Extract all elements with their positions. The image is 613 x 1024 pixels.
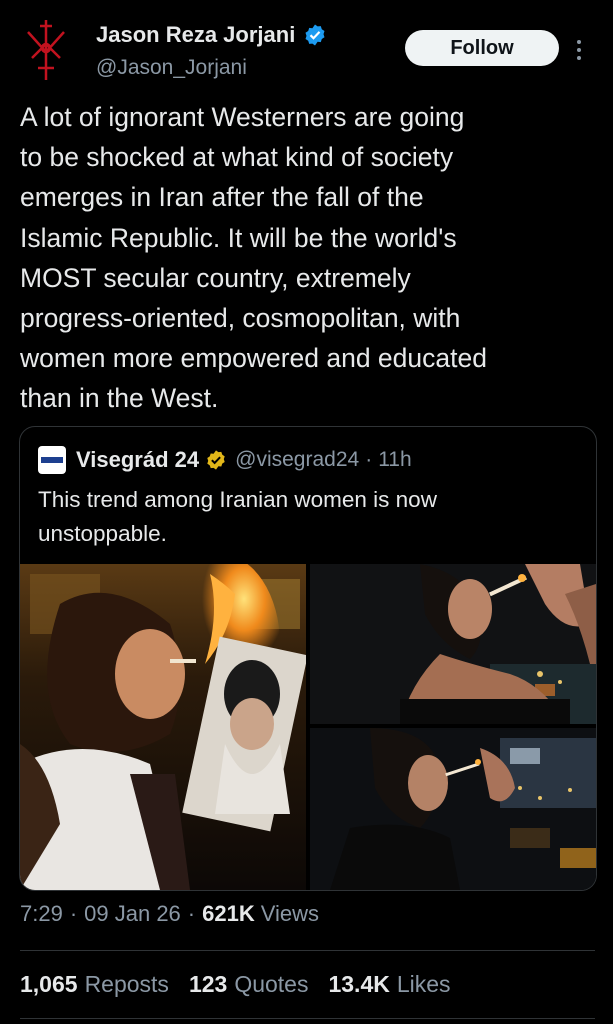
quotes-stat[interactable]: 123 Quotes <box>189 971 309 998</box>
likes-label: Likes <box>396 971 451 997</box>
separator-dot: · <box>187 901 196 926</box>
author-handle[interactable]: @Jason_Jorjani <box>96 56 247 80</box>
quote-text: This trend among Iranian women is now un… <box>38 487 437 546</box>
quote-handle[interactable]: @visegrad24 <box>235 448 359 472</box>
quote-display-name[interactable]: Visegrád 24 <box>76 447 199 473</box>
visegrad-avatar[interactable] <box>38 446 66 474</box>
separator-dot: · <box>69 901 78 926</box>
photo-woman-lighting-cigarette-night[interactable] <box>310 728 596 890</box>
views-label: Views <box>260 901 320 926</box>
tweet-date[interactable]: 09 Jan 26 <box>84 901 181 927</box>
more-vertical-icon[interactable] <box>572 36 586 64</box>
quoted-tweet[interactable]: Visegrád 24 @visegrad24 · 11h This trend… <box>19 426 597 891</box>
reposts-label: Reposts <box>84 971 169 997</box>
tweet-meta: 7:29 · 09 Jan 26 · 621K Views <box>20 901 319 927</box>
views-count[interactable]: 621K <box>202 901 255 927</box>
reposts-count: 1,065 <box>20 971 78 997</box>
photo-woman-burning-portrait[interactable] <box>20 564 306 890</box>
photo-woman-lighting-cigarette[interactable] <box>310 564 596 724</box>
follow-button[interactable]: Follow <box>405 30 559 66</box>
likes-count: 13.4K <box>328 971 390 997</box>
reposts-stat[interactable]: 1,065 Reposts <box>20 971 169 998</box>
divider <box>20 1018 595 1019</box>
divider <box>20 950 595 951</box>
engagement-stats: 1,065 Reposts 123 Quotes 13.4K Likes <box>20 971 471 998</box>
separator-dot: · <box>365 448 373 471</box>
quotes-count: 123 <box>188 971 228 997</box>
tweet-text: A lot of ignorant Westerners are going t… <box>20 102 487 414</box>
quotes-label: Quotes <box>234 971 309 997</box>
quote-time: 11h <box>378 448 412 471</box>
verified-badge-icon <box>305 24 325 46</box>
likes-stat[interactable]: 13.4K Likes <box>328 971 450 998</box>
red-sigil-icon[interactable] <box>18 18 74 82</box>
tweet-header: Jason Reza Jorjani @Jason_Jorjani Follow <box>0 0 613 92</box>
tweet-time[interactable]: 7:29 <box>20 901 63 927</box>
gold-verified-badge-icon <box>207 450 225 470</box>
author-display-name[interactable]: Jason Reza Jorjani <box>96 22 295 48</box>
